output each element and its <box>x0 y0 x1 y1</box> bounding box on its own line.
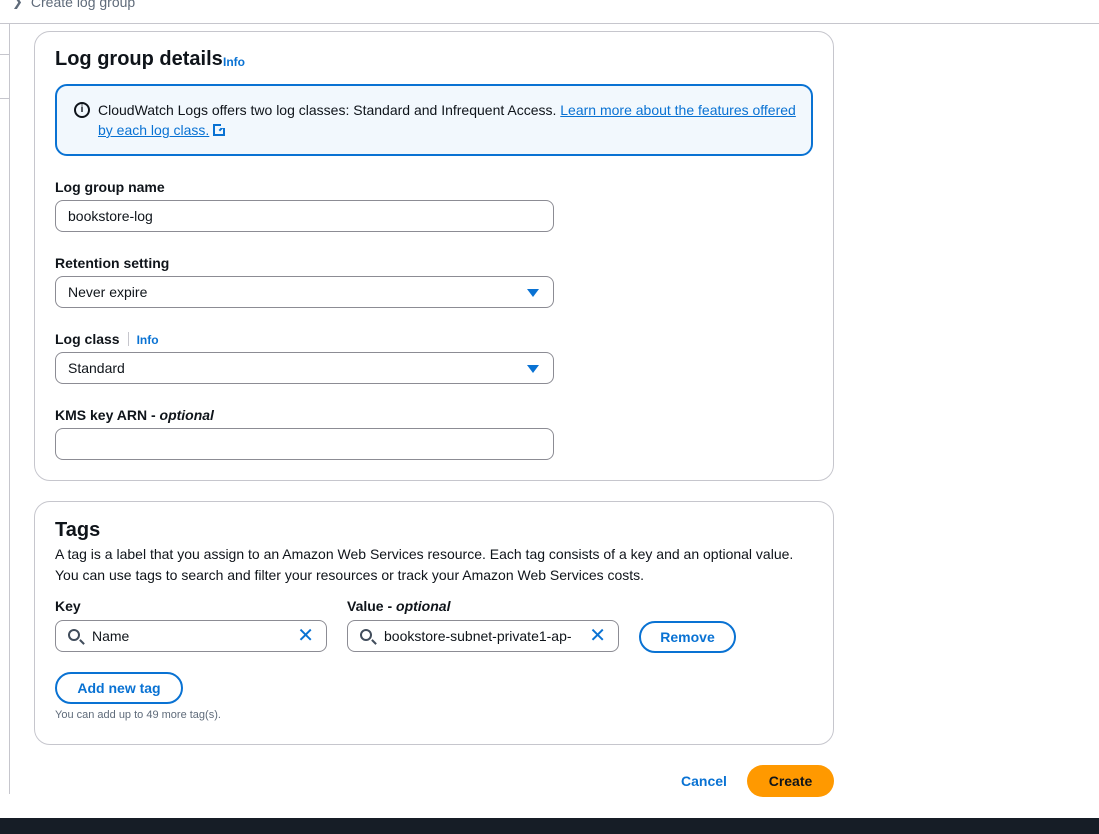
log-group-name-input[interactable] <box>55 200 554 232</box>
tags-panel: Tags A tag is a label that you assign to… <box>34 501 834 745</box>
tag-key-label: Key <box>55 598 81 614</box>
tag-value-input[interactable]: bookstore-subnet-private1-ap- ✕ <box>347 620 619 652</box>
tag-key-input[interactable]: Name ✕ <box>55 620 327 652</box>
tag-key-value: Name <box>92 628 130 644</box>
rail-divider <box>0 54 10 55</box>
tag-value-label: Value - optional <box>347 598 450 614</box>
breadcrumb: ❯ Create log group <box>12 0 135 10</box>
retention-value: Never expire <box>68 284 148 300</box>
caret-down-icon <box>527 289 539 297</box>
breadcrumb-current: Create log group <box>30 0 136 10</box>
tags-heading: Tags <box>55 519 101 541</box>
kms-label: KMS key ARN - optional <box>55 407 214 423</box>
kms-key-text[interactable] <box>68 429 505 459</box>
details-info-link[interactable]: Info <box>223 55 245 69</box>
log-class-value: Standard <box>68 360 125 376</box>
kms-label-text: KMS key ARN - <box>55 407 160 423</box>
log-group-name-label: Log group name <box>55 179 165 195</box>
rail-divider <box>0 98 10 99</box>
log-group-name-text[interactable] <box>68 201 505 231</box>
label-divider <box>127 332 129 346</box>
kms-key-input[interactable] <box>55 428 554 460</box>
clear-icon[interactable]: ✕ <box>297 626 314 646</box>
caret-down-icon <box>527 365 539 373</box>
retention-label: Retention setting <box>55 255 170 271</box>
create-button[interactable]: Create <box>747 765 834 797</box>
log-class-info-link[interactable]: Info <box>137 333 159 347</box>
top-bar: ❯ Create log group <box>0 0 1099 24</box>
tag-value-value: bookstore-subnet-private1-ap- <box>384 628 572 644</box>
clear-icon[interactable]: ✕ <box>589 626 606 646</box>
log-class-info-alert: i CloudWatch Logs offers two log classes… <box>55 84 813 156</box>
retention-select[interactable]: Never expire <box>55 276 554 308</box>
tags-description: A tag is a label that you assign to an A… <box>55 544 815 586</box>
external-link-icon <box>213 122 228 136</box>
alert-message: CloudWatch Logs offers two log classes: … <box>98 102 557 118</box>
remove-tag-button[interactable]: Remove <box>639 621 736 653</box>
search-icon <box>360 629 372 641</box>
kms-optional: optional <box>159 407 214 423</box>
chevron-right-icon: ❯ <box>12 0 23 9</box>
tags-description-line-1: A tag is a label that you assign to an A… <box>55 546 794 562</box>
info-icon: i <box>74 102 90 118</box>
tag-value-optional: optional <box>396 598 451 614</box>
tags-description-line-2: You can use tags to search and filter yo… <box>55 567 645 583</box>
log-class-label-group: Log class Info <box>55 331 159 347</box>
tag-limit-text: You can add up to 49 more tag(s). <box>55 709 221 721</box>
cancel-button[interactable]: Cancel <box>681 773 727 789</box>
add-new-tag-button[interactable]: Add new tag <box>55 672 183 704</box>
alert-text: CloudWatch Logs offers two log classes: … <box>98 100 798 140</box>
footer-bar <box>0 818 1099 834</box>
side-navigation-rail[interactable] <box>0 24 10 794</box>
details-heading: Log group details <box>55 48 223 70</box>
log-class-select[interactable]: Standard <box>55 352 554 384</box>
tag-value-label-text: Value - <box>347 598 397 614</box>
search-icon <box>68 629 80 641</box>
log-class-label: Log class <box>55 331 120 347</box>
log-group-details-panel: Log group details Info i CloudWatch Logs… <box>34 31 834 481</box>
